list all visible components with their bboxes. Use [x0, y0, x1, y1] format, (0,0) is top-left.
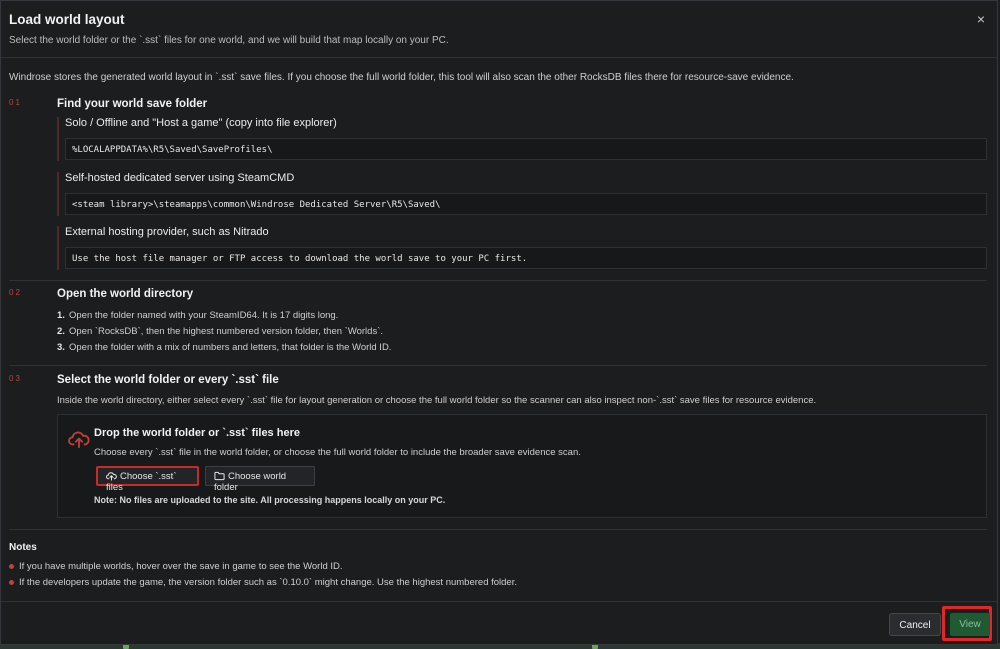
location-title: Self-hosted dedicated server using Steam… — [65, 172, 295, 184]
dropzone-title: Drop the world folder or `.sst` files he… — [94, 427, 300, 439]
dialog-title: Load world layout — [9, 12, 125, 27]
step-title: Find your world save folder — [57, 98, 208, 110]
choose-world-folder-button[interactable]: Choose world folder — [205, 466, 315, 493]
step-title: Open the world directory — [57, 288, 194, 300]
intro-text: Windrose stores the generated world layo… — [9, 72, 794, 83]
path-code-solo[interactable]: %LOCALAPPDATA%\R5\Saved\SaveProfiles\ — [65, 138, 987, 160]
file-dropzone[interactable]: Drop the world folder or `.sst` files he… — [57, 414, 987, 518]
location-solo: Solo / Offline and "Host a game" (copy i… — [57, 117, 987, 161]
choose-sst-files-button[interactable]: Choose `.sst` files — [96, 466, 199, 493]
cloud-upload-icon — [68, 431, 90, 449]
privacy-note: Note: No files are uploaded to the site.… — [94, 495, 446, 505]
list-item: 2. Open `RocksDB`, then the highest numbe… — [57, 326, 384, 337]
dialog-subtitle: Select the world folder or the `.sst` fi… — [9, 35, 449, 46]
list-item: If the developers update the game, the v… — [9, 577, 517, 593]
list-item: 1. Open the folder named with your SteamI… — [57, 310, 339, 321]
step-number: 01 — [9, 98, 22, 107]
cancel-button[interactable]: Cancel — [889, 613, 941, 636]
notes-title: Notes — [9, 542, 37, 553]
view-button-highlight: View — [942, 606, 992, 641]
step-3-description: Inside the world directory, either selec… — [57, 395, 817, 406]
dropzone-description: Choose every `.sst` file in the world fo… — [94, 447, 581, 458]
notes-list: If you have multiple worlds, hover over … — [9, 561, 517, 593]
dialog-footer: Cancel View — [1, 601, 997, 646]
dialog-header: Load world layout Select the world folde… — [1, 1, 997, 58]
step-number: 02 — [9, 288, 22, 297]
list-item: 3. Open the folder with a mix of numbers … — [57, 342, 392, 353]
divider — [9, 529, 987, 530]
load-world-dialog: Load world layout Select the world folde… — [0, 0, 998, 645]
list-item: If you have multiple worlds, hover over … — [9, 561, 517, 577]
view-button[interactable]: View — [950, 613, 990, 636]
location-title: Solo / Offline and "Host a game" (copy i… — [65, 117, 337, 129]
location-dedicated: Self-hosted dedicated server using Steam… — [57, 172, 987, 216]
list-item-text: Open `RocksDB`, then the highest numbere… — [69, 326, 384, 337]
divider — [9, 365, 987, 366]
location-external: External hosting provider, such as Nitra… — [57, 226, 987, 270]
folder-icon — [214, 471, 225, 481]
path-code-external[interactable]: Use the host file manager or FTP access … — [65, 247, 987, 269]
cloud-upload-icon — [106, 472, 117, 481]
list-item-text: Open the folder with a mix of numbers an… — [69, 342, 392, 353]
close-icon[interactable]: × — [977, 11, 985, 27]
step-title: Select the world folder or every `.sst` … — [57, 374, 279, 386]
step-2-list: 1. Open the folder named with your SteamI… — [57, 310, 391, 358]
path-code-dedicated[interactable]: <steam library>\steamapps\common\Windros… — [65, 193, 987, 215]
divider — [9, 280, 987, 281]
step-number: 03 — [9, 374, 22, 383]
list-item-text: Open the folder named with your SteamID6… — [69, 310, 339, 321]
location-title: External hosting provider, such as Nitra… — [65, 226, 269, 238]
